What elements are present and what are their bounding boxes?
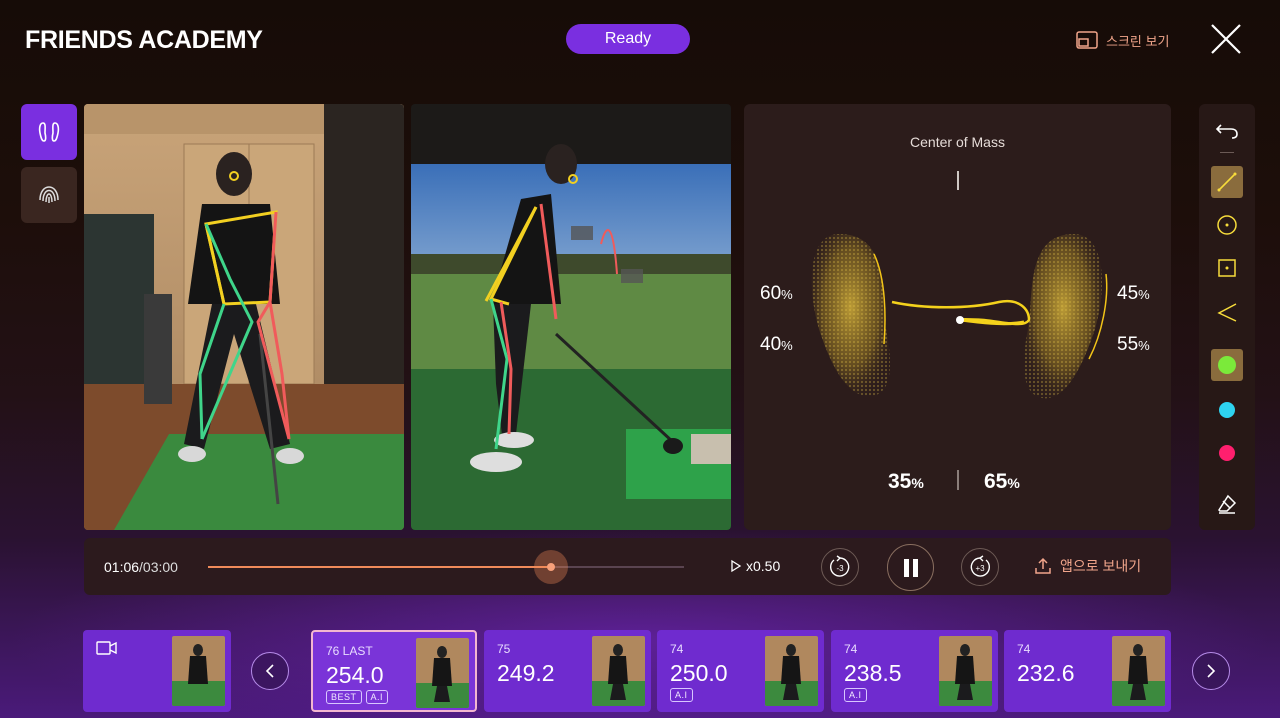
total-divider: [957, 470, 959, 490]
undo-tool[interactable]: [1211, 114, 1243, 146]
shot-distance: 232.6: [1017, 660, 1075, 686]
shot-card[interactable]: 74 238.5 A.I: [831, 630, 998, 712]
swing-pattern-button[interactable]: [21, 167, 77, 223]
fingerprint-icon: [39, 186, 59, 203]
shot-thumbnail: [765, 636, 818, 706]
svg-text:+3: +3: [975, 564, 985, 573]
chevron-right-icon: [1207, 664, 1216, 678]
current-time: 01:06: [104, 559, 140, 575]
status-badge: Ready: [566, 24, 690, 54]
color-cyan-swatch[interactable]: [1211, 394, 1243, 426]
left-heel-pct: 40%: [760, 334, 793, 355]
color-pink-dot: [1219, 445, 1235, 461]
shot-thumbnail: [172, 636, 225, 706]
square-tool[interactable]: [1211, 252, 1243, 284]
color-pink-swatch[interactable]: [1211, 437, 1243, 469]
eraser-tool[interactable]: [1211, 488, 1243, 520]
record-video-card[interactable]: [83, 630, 231, 712]
line-icon: [1217, 172, 1237, 192]
send-to-app-button[interactable]: 앱으로 보내기: [1034, 556, 1141, 576]
feet-pressure-icon: [38, 122, 60, 142]
shot-thumbnail: [1112, 636, 1165, 706]
shot-card[interactable]: 76 LAST 254.0 BEST A.I: [311, 630, 477, 712]
shot-distance: 238.5: [844, 660, 902, 686]
square-icon: [1218, 259, 1236, 277]
shot-tags: A.I: [844, 688, 867, 702]
feet-pressure-button[interactable]: [21, 104, 77, 160]
rewind-icon: -3: [830, 555, 850, 577]
right-heel-pct: 55%: [1117, 334, 1150, 355]
shot-rank: 74: [844, 642, 858, 656]
undo-icon: [1215, 124, 1238, 139]
side-view-scene: [411, 104, 731, 530]
forward-button[interactable]: +3: [961, 548, 999, 586]
speed-label: x0.50: [746, 558, 781, 574]
shot-card[interactable]: 74 232.6: [1004, 630, 1171, 712]
front-view-scene: [84, 104, 404, 530]
color-cyan-dot: [1219, 402, 1235, 418]
close-icon[interactable]: [1208, 21, 1244, 57]
playback-time: 01:06/03:00: [104, 559, 178, 575]
shot-tags: A.I: [670, 688, 693, 702]
feet-pressure-map: [811, 234, 1108, 399]
progress-thumb[interactable]: [533, 550, 568, 584]
shot-card[interactable]: 75 249.2: [484, 630, 651, 712]
scroll-right-button[interactable]: [1192, 652, 1230, 690]
color-green-swatch[interactable]: [1211, 349, 1243, 381]
drawing-toolbar: [1199, 104, 1255, 530]
right-toe-pct: 45%: [1117, 283, 1150, 304]
play-icon: [731, 559, 742, 573]
shot-tag: A.I: [365, 690, 389, 704]
shot-thumbnail: [592, 636, 645, 706]
angle-icon: [1217, 303, 1237, 322]
circle-tool[interactable]: [1211, 209, 1243, 241]
circle-icon: [1217, 215, 1237, 235]
pause-button[interactable]: [887, 544, 934, 591]
rewind-button[interactable]: -3: [821, 548, 859, 586]
shot-rank: 74: [670, 642, 684, 656]
screen-view-label: 스크린 보기: [1106, 33, 1170, 49]
scroll-left-button[interactable]: [251, 652, 289, 690]
screen-icon: [1076, 31, 1098, 49]
right-total-pct: 65%: [984, 470, 1020, 493]
left-toe-pct: 60%: [760, 283, 793, 304]
screen-view-button[interactable]: 스크린 보기: [1076, 29, 1169, 51]
shot-rank: 74: [1017, 642, 1031, 656]
video-camera-icon: [96, 641, 117, 655]
shot-tag: A.I: [844, 688, 867, 702]
app-frame: FRIENDS ACADEMY Ready 스크린 보기 Center of M…: [0, 0, 1280, 718]
color-green-dot: [1218, 356, 1236, 374]
progress-track[interactable]: [208, 550, 684, 584]
shot-rank: 75: [497, 642, 511, 656]
shot-tag: A.I: [670, 688, 693, 702]
front-view-video[interactable]: [84, 104, 404, 530]
progress-fill: [208, 566, 551, 568]
total-time: /03:00: [139, 559, 178, 575]
pause-icon: [903, 558, 918, 577]
shot-thumbnail: [416, 638, 469, 708]
shot-distance: 250.0: [670, 660, 728, 686]
send-to-app-label: 앱으로 보내기: [1060, 558, 1142, 574]
shot-rank: 76 LAST: [326, 644, 373, 658]
shot-card[interactable]: 74 250.0 A.I: [657, 630, 824, 712]
chevron-left-icon: [265, 664, 274, 678]
left-total-pct: 35%: [888, 470, 924, 493]
shot-thumbnail: [939, 636, 992, 706]
angle-tool[interactable]: [1211, 296, 1243, 328]
shot-distance: 249.2: [497, 660, 555, 686]
center-of-mass-panel: Center of Mass 60% 40% 45% 55% 35% 65%: [744, 104, 1171, 530]
forward-icon: +3: [970, 555, 990, 577]
side-view-video[interactable]: [411, 104, 731, 530]
upload-icon: [1035, 557, 1051, 574]
shot-tag: BEST: [326, 690, 362, 704]
svg-text:-3: -3: [836, 564, 844, 573]
line-tool[interactable]: [1211, 166, 1243, 198]
eraser-icon: [1218, 494, 1237, 514]
speed-button[interactable]: x0.50: [730, 558, 780, 574]
toolbar-divider: [1220, 152, 1234, 153]
brand-title: FRIENDS ACADEMY: [25, 26, 263, 54]
shot-distance: 254.0: [326, 662, 384, 688]
shot-tags: BEST A.I: [326, 690, 389, 704]
playback-bar: 01:06/03:00 x0.50 -3 +3 앱으로 보내기: [84, 538, 1171, 595]
